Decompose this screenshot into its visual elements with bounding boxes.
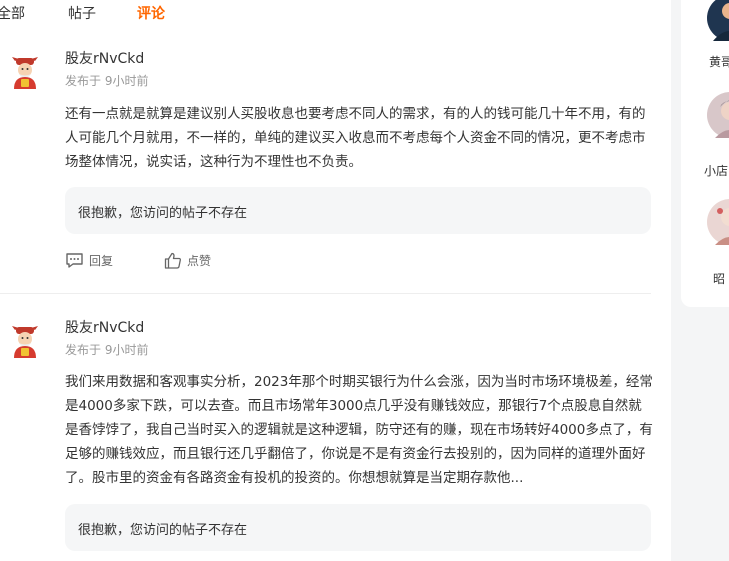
tab-posts[interactable]: 帖子 — [68, 3, 96, 23]
quoted-post-text: 很抱歉，您访问的帖子不存在 — [78, 523, 248, 538]
comment-time: 发布于 9小时前 — [65, 74, 149, 88]
user-avatar[interactable] — [707, 0, 729, 41]
user-photo-icon — [715, 208, 729, 245]
user-name[interactable]: 黄哥 — [709, 53, 729, 70]
quoted-post-text: 很抱歉，您访问的帖子不存在 — [78, 206, 248, 221]
user-avatar[interactable] — [707, 199, 729, 245]
recommended-users-card: 黄哥 小店 昭 — [681, 0, 729, 307]
comment-author[interactable]: 股友rNvCkd — [65, 48, 144, 68]
user-name[interactable]: 昭 — [713, 270, 725, 287]
reply-button[interactable]: 回复 — [65, 252, 113, 269]
fortune-god-avatar-icon — [12, 57, 38, 89]
tab-comments[interactable]: 评论 — [137, 3, 165, 23]
like-button[interactable]: 点赞 — [164, 252, 211, 269]
thumbs-up-icon — [164, 252, 181, 269]
comment-text: 我们来用数据和客观事实分析，2023年那个时期买银行为什么会涨，因为当时市场环境… — [65, 374, 653, 486]
quoted-post[interactable]: 很抱歉，您访问的帖子不存在 — [65, 504, 651, 551]
comment-author[interactable]: 股友rNvCkd — [65, 317, 144, 337]
tab-all[interactable]: 全部 — [0, 3, 25, 23]
avatar[interactable] — [8, 324, 42, 358]
divider — [0, 293, 651, 294]
comment-time: 发布于 9小时前 — [65, 343, 149, 357]
reply-label: 回复 — [89, 254, 114, 268]
quoted-post[interactable]: 很抱歉，您访问的帖子不存在 — [65, 187, 651, 234]
reply-icon — [66, 253, 83, 268]
comment-text: 还有一点就是就算是建议别人买股收息也要考虑不同人的需求，有的人的钱可能几十年不用… — [65, 106, 646, 170]
user-photo-icon — [715, 100, 729, 138]
fortune-god-avatar-icon — [12, 326, 38, 358]
avatar[interactable] — [8, 55, 42, 89]
user-name[interactable]: 小店 — [704, 162, 728, 179]
user-photo-icon — [713, 3, 729, 41]
user-avatar[interactable] — [707, 92, 729, 138]
like-label: 点赞 — [187, 254, 212, 268]
